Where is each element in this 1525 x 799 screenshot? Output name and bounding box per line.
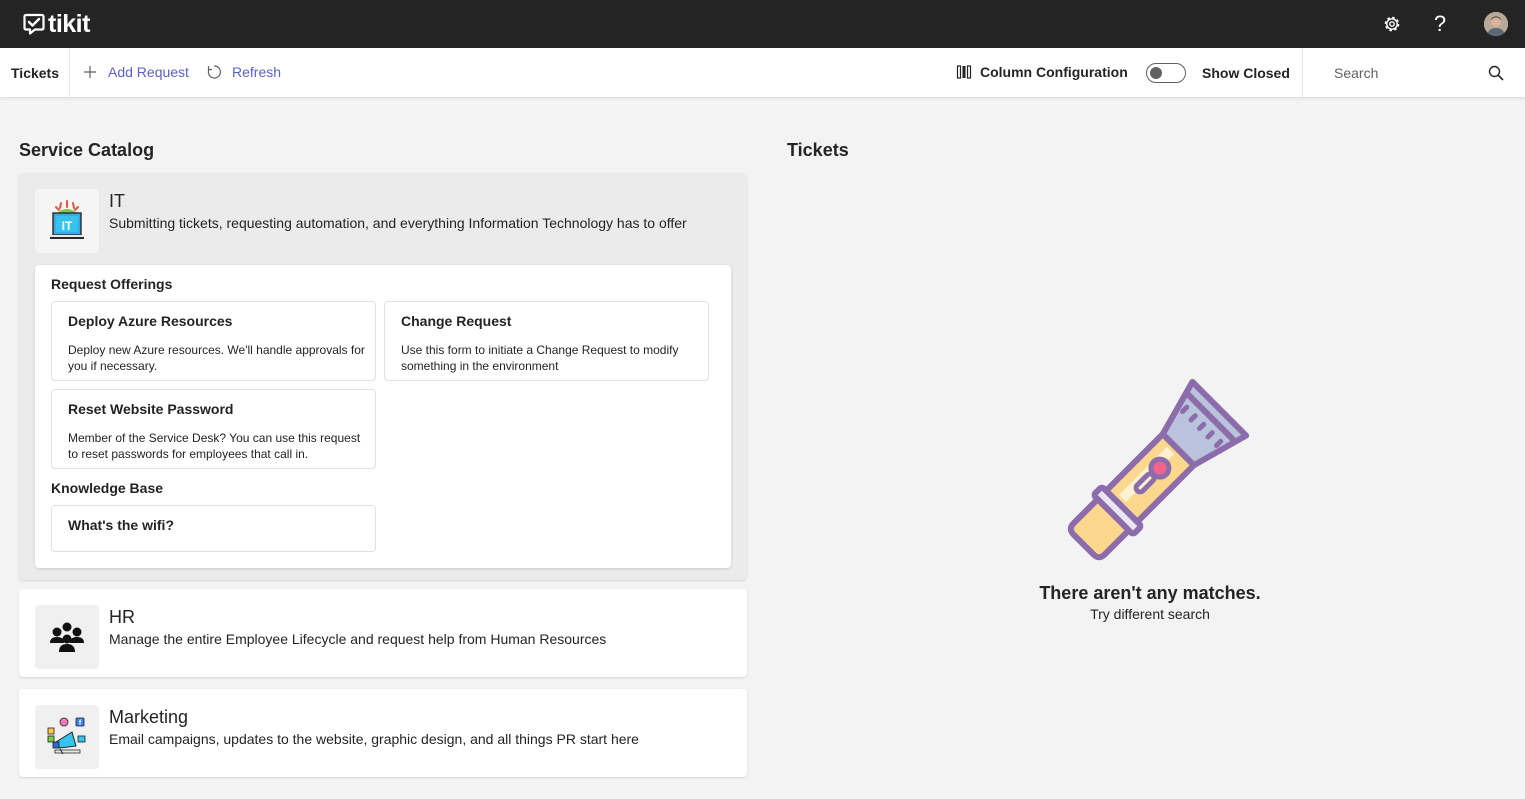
user-avatar-icon: [1484, 12, 1508, 36]
catalog-title: HR: [109, 607, 135, 627]
tab-tickets[interactable]: Tickets: [11, 65, 59, 81]
offering-card[interactable]: Reset Website Password Member of the Ser…: [51, 389, 376, 469]
service-catalog-title: Service Catalog: [19, 140, 155, 160]
empty-state-subtitle: Try different search: [1090, 606, 1210, 622]
catalog-card-it[interactable]: IT IT Submitting tickets, requesting aut…: [19, 173, 747, 580]
checkmark-logo-icon: [23, 13, 45, 35]
offering-card[interactable]: Deploy Azure Resources Deploy new Azure …: [51, 301, 376, 381]
top-bar: tikit ?: [0, 0, 1525, 48]
offering-description: Use this form to initiate a Change Reque…: [401, 343, 679, 373]
divider: [1302, 48, 1303, 97]
refresh-icon: [206, 64, 222, 80]
app-logo[interactable]: tikit: [22, 10, 90, 38]
catalog-title: Marketing: [109, 707, 189, 727]
request-offerings-panel: Request Offerings Deploy Azure Resources…: [35, 265, 731, 568]
show-closed-toggle[interactable]: [1146, 63, 1186, 83]
article-title: What's the wifi?: [68, 517, 174, 533]
help-button[interactable]: ?: [1428, 12, 1452, 36]
show-closed-label: Show Closed: [1202, 65, 1290, 81]
command-bar: Tickets Add Request Refresh Column Confi…: [0, 48, 1525, 97]
knowledge-article-card[interactable]: What's the wifi?: [51, 505, 376, 552]
column-configuration-button[interactable]: Column Configuration: [956, 64, 1128, 80]
columns-icon: [956, 64, 972, 80]
toggle-knob: [1150, 67, 1162, 79]
offering-description: Deploy new Azure resources. We'll handle…: [68, 343, 365, 373]
catalog-description: Submitting tickets, requesting automatio…: [109, 215, 687, 231]
add-request-button[interactable]: Add Request: [82, 64, 189, 80]
column-configuration-label: Column Configuration: [980, 64, 1128, 80]
flashlight-icon: [1067, 378, 1250, 561]
catalog-card-marketing[interactable]: f Marketing Email campaigns, updates to …: [19, 689, 747, 777]
help-icon: ?: [1433, 11, 1447, 36]
offering-description: Member of the Service Desk? You can use …: [68, 431, 361, 461]
request-offerings-label: Request Offerings: [51, 276, 173, 292]
catalog-card-header[interactable]: IT IT Submitting tickets, requesting aut…: [19, 173, 747, 253]
search-icon[interactable]: [1488, 65, 1504, 81]
offering-title: Deploy Azure Resources: [68, 313, 233, 329]
knowledge-base-label: Knowledge Base: [51, 480, 164, 496]
settings-button[interactable]: [1380, 12, 1404, 36]
search-input[interactable]: [1334, 62, 1484, 84]
gear-icon: [1384, 16, 1400, 32]
catalog-description: Manage the entire Employee Lifecycle and…: [109, 631, 607, 647]
refresh-label: Refresh: [232, 64, 282, 80]
add-request-label: Add Request: [108, 64, 189, 80]
catalog-description: Email campaigns, updates to the website,…: [109, 731, 639, 747]
refresh-button[interactable]: Refresh: [206, 64, 281, 80]
plus-icon: [82, 64, 98, 80]
tickets-title: Tickets: [787, 140, 849, 160]
app-name: tikit: [48, 10, 90, 38]
svg-text:IT: IT: [62, 219, 73, 233]
offering-title: Reset Website Password: [68, 401, 234, 417]
empty-state-title: There aren't any matches.: [1039, 583, 1261, 603]
marketing-megaphone-icon: f: [35, 705, 99, 769]
catalog-title: IT: [109, 191, 125, 211]
offering-card[interactable]: Change Request Use this form to initiate…: [384, 301, 709, 381]
people-group-icon: [35, 605, 99, 669]
catalog-card-hr[interactable]: HR Manage the entire Employee Lifecycle …: [19, 589, 747, 677]
offering-title: Change Request: [401, 313, 512, 329]
it-laptop-icon: IT: [35, 189, 99, 253]
divider: [69, 48, 70, 97]
avatar[interactable]: [1484, 12, 1508, 36]
